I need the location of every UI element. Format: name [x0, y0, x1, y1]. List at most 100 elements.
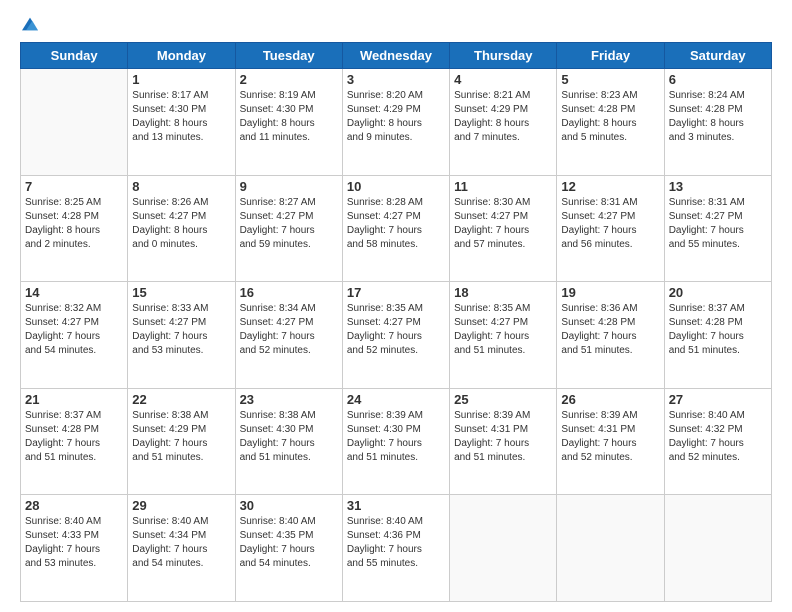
day-info: Sunrise: 8:17 AM Sunset: 4:30 PM Dayligh… [132, 89, 230, 145]
calendar-cell: 7 Sunrise: 8:25 AM Sunset: 4:28 PM Daylig… [21, 175, 128, 282]
day-info: Sunrise: 8:32 AM Sunset: 4:27 PM Dayligh… [25, 302, 123, 358]
day-info: Sunrise: 8:27 AM Sunset: 4:27 PM Dayligh… [240, 196, 338, 252]
day-info: Sunrise: 8:25 AM Sunset: 4:28 PM Dayligh… [25, 196, 123, 252]
header [20, 16, 772, 32]
day-number: 30 [240, 498, 338, 513]
day-info: Sunrise: 8:35 AM Sunset: 4:27 PM Dayligh… [347, 302, 445, 358]
day-number: 10 [347, 179, 445, 194]
day-number: 7 [25, 179, 123, 194]
day-info: Sunrise: 8:38 AM Sunset: 4:30 PM Dayligh… [240, 409, 338, 465]
day-number: 22 [132, 392, 230, 407]
day-number: 29 [132, 498, 230, 513]
day-header-thursday: Thursday [450, 43, 557, 69]
day-number: 14 [25, 285, 123, 300]
calendar-cell: 9 Sunrise: 8:27 AM Sunset: 4:27 PM Daylig… [235, 175, 342, 282]
day-number: 1 [132, 72, 230, 87]
calendar-cell: 30 Sunrise: 8:40 AM Sunset: 4:35 PM Dayli… [235, 495, 342, 602]
calendar-cell: 28 Sunrise: 8:40 AM Sunset: 4:33 PM Dayli… [21, 495, 128, 602]
day-number: 4 [454, 72, 552, 87]
calendar-cell: 27 Sunrise: 8:40 AM Sunset: 4:32 PM Dayli… [664, 388, 771, 495]
day-info: Sunrise: 8:39 AM Sunset: 4:31 PM Dayligh… [454, 409, 552, 465]
day-number: 19 [561, 285, 659, 300]
calendar-cell: 8 Sunrise: 8:26 AM Sunset: 4:27 PM Daylig… [128, 175, 235, 282]
calendar-cell: 14 Sunrise: 8:32 AM Sunset: 4:27 PM Dayli… [21, 282, 128, 389]
day-info: Sunrise: 8:23 AM Sunset: 4:28 PM Dayligh… [561, 89, 659, 145]
logo [20, 16, 38, 32]
day-info: Sunrise: 8:36 AM Sunset: 4:28 PM Dayligh… [561, 302, 659, 358]
day-number: 9 [240, 179, 338, 194]
day-info: Sunrise: 8:31 AM Sunset: 4:27 PM Dayligh… [669, 196, 767, 252]
calendar-cell: 1 Sunrise: 8:17 AM Sunset: 4:30 PM Daylig… [128, 69, 235, 176]
day-info: Sunrise: 8:40 AM Sunset: 4:36 PM Dayligh… [347, 515, 445, 571]
day-info: Sunrise: 8:37 AM Sunset: 4:28 PM Dayligh… [669, 302, 767, 358]
calendar-cell: 2 Sunrise: 8:19 AM Sunset: 4:30 PM Daylig… [235, 69, 342, 176]
day-number: 17 [347, 285, 445, 300]
day-number: 20 [669, 285, 767, 300]
calendar-cell [557, 495, 664, 602]
day-info: Sunrise: 8:19 AM Sunset: 4:30 PM Dayligh… [240, 89, 338, 145]
calendar-cell: 12 Sunrise: 8:31 AM Sunset: 4:27 PM Dayli… [557, 175, 664, 282]
day-info: Sunrise: 8:31 AM Sunset: 4:27 PM Dayligh… [561, 196, 659, 252]
day-info: Sunrise: 8:39 AM Sunset: 4:31 PM Dayligh… [561, 409, 659, 465]
day-info: Sunrise: 8:33 AM Sunset: 4:27 PM Dayligh… [132, 302, 230, 358]
day-info: Sunrise: 8:40 AM Sunset: 4:34 PM Dayligh… [132, 515, 230, 571]
day-number: 11 [454, 179, 552, 194]
day-number: 5 [561, 72, 659, 87]
calendar-cell: 6 Sunrise: 8:24 AM Sunset: 4:28 PM Daylig… [664, 69, 771, 176]
day-info: Sunrise: 8:34 AM Sunset: 4:27 PM Dayligh… [240, 302, 338, 358]
day-header-saturday: Saturday [664, 43, 771, 69]
day-info: Sunrise: 8:35 AM Sunset: 4:27 PM Dayligh… [454, 302, 552, 358]
day-info: Sunrise: 8:21 AM Sunset: 4:29 PM Dayligh… [454, 89, 552, 145]
calendar-cell [450, 495, 557, 602]
calendar-cell: 16Sunrise: 8:34 AM Sunset: 4:27 PM Dayli… [235, 282, 342, 389]
day-number: 25 [454, 392, 552, 407]
day-info: Sunrise: 8:37 AM Sunset: 4:28 PM Dayligh… [25, 409, 123, 465]
calendar-cell: 31 Sunrise: 8:40 AM Sunset: 4:36 PM Dayli… [342, 495, 449, 602]
day-number: 28 [25, 498, 123, 513]
logo-icon [22, 16, 38, 32]
calendar-cell: 15Sunrise: 8:33 AM Sunset: 4:27 PM Dayli… [128, 282, 235, 389]
calendar-cell: 18 Sunrise: 8:35 AM Sunset: 4:27 PM Dayli… [450, 282, 557, 389]
day-number: 18 [454, 285, 552, 300]
day-number: 3 [347, 72, 445, 87]
day-number: 8 [132, 179, 230, 194]
day-info: Sunrise: 8:40 AM Sunset: 4:33 PM Dayligh… [25, 515, 123, 571]
day-info: Sunrise: 8:30 AM Sunset: 4:27 PM Dayligh… [454, 196, 552, 252]
calendar-cell: 4 Sunrise: 8:21 AM Sunset: 4:29 PM Daylig… [450, 69, 557, 176]
calendar-cell: 20 Sunrise: 8:37 AM Sunset: 4:28 PM Dayli… [664, 282, 771, 389]
day-header-sunday: Sunday [21, 43, 128, 69]
calendar-cell [664, 495, 771, 602]
calendar-cell [21, 69, 128, 176]
calendar-cell: 17 Sunrise: 8:35 AM Sunset: 4:27 PM Dayli… [342, 282, 449, 389]
calendar-cell: 21 Sunrise: 8:37 AM Sunset: 4:28 PM Dayli… [21, 388, 128, 495]
day-number: 27 [669, 392, 767, 407]
day-info: Sunrise: 8:20 AM Sunset: 4:29 PM Dayligh… [347, 89, 445, 145]
day-number: 21 [25, 392, 123, 407]
day-info: Sunrise: 8:40 AM Sunset: 4:32 PM Dayligh… [669, 409, 767, 465]
day-info: Sunrise: 8:40 AM Sunset: 4:35 PM Dayligh… [240, 515, 338, 571]
day-number: 2 [240, 72, 338, 87]
calendar-cell: 29 Sunrise: 8:40 AM Sunset: 4:34 PM Dayli… [128, 495, 235, 602]
calendar-table: SundayMondayTuesdayWednesdayThursdayFrid… [20, 42, 772, 602]
calendar-cell: 25 Sunrise: 8:39 AM Sunset: 4:31 PM Dayli… [450, 388, 557, 495]
calendar-cell: 23 Sunrise: 8:38 AM Sunset: 4:30 PM Dayli… [235, 388, 342, 495]
day-info: Sunrise: 8:39 AM Sunset: 4:30 PM Dayligh… [347, 409, 445, 465]
calendar-page: SundayMondayTuesdayWednesdayThursdayFrid… [0, 0, 792, 612]
day-number: 12 [561, 179, 659, 194]
day-info: Sunrise: 8:24 AM Sunset: 4:28 PM Dayligh… [669, 89, 767, 145]
calendar-cell: 10 Sunrise: 8:28 AM Sunset: 4:27 PM Dayli… [342, 175, 449, 282]
day-number: 26 [561, 392, 659, 407]
day-number: 31 [347, 498, 445, 513]
day-number: 6 [669, 72, 767, 87]
day-number: 24 [347, 392, 445, 407]
day-header-wednesday: Wednesday [342, 43, 449, 69]
day-info: Sunrise: 8:38 AM Sunset: 4:29 PM Dayligh… [132, 409, 230, 465]
calendar-cell: 26 Sunrise: 8:39 AM Sunset: 4:31 PM Dayli… [557, 388, 664, 495]
day-header-monday: Monday [128, 43, 235, 69]
calendar-cell: 5 Sunrise: 8:23 AM Sunset: 4:28 PM Daylig… [557, 69, 664, 176]
day-info: Sunrise: 8:28 AM Sunset: 4:27 PM Dayligh… [347, 196, 445, 252]
calendar-cell: 22 Sunrise: 8:38 AM Sunset: 4:29 PM Dayli… [128, 388, 235, 495]
day-number: 23 [240, 392, 338, 407]
calendar-cell: 13Sunrise: 8:31 AM Sunset: 4:27 PM Dayli… [664, 175, 771, 282]
day-info: Sunrise: 8:26 AM Sunset: 4:27 PM Dayligh… [132, 196, 230, 252]
